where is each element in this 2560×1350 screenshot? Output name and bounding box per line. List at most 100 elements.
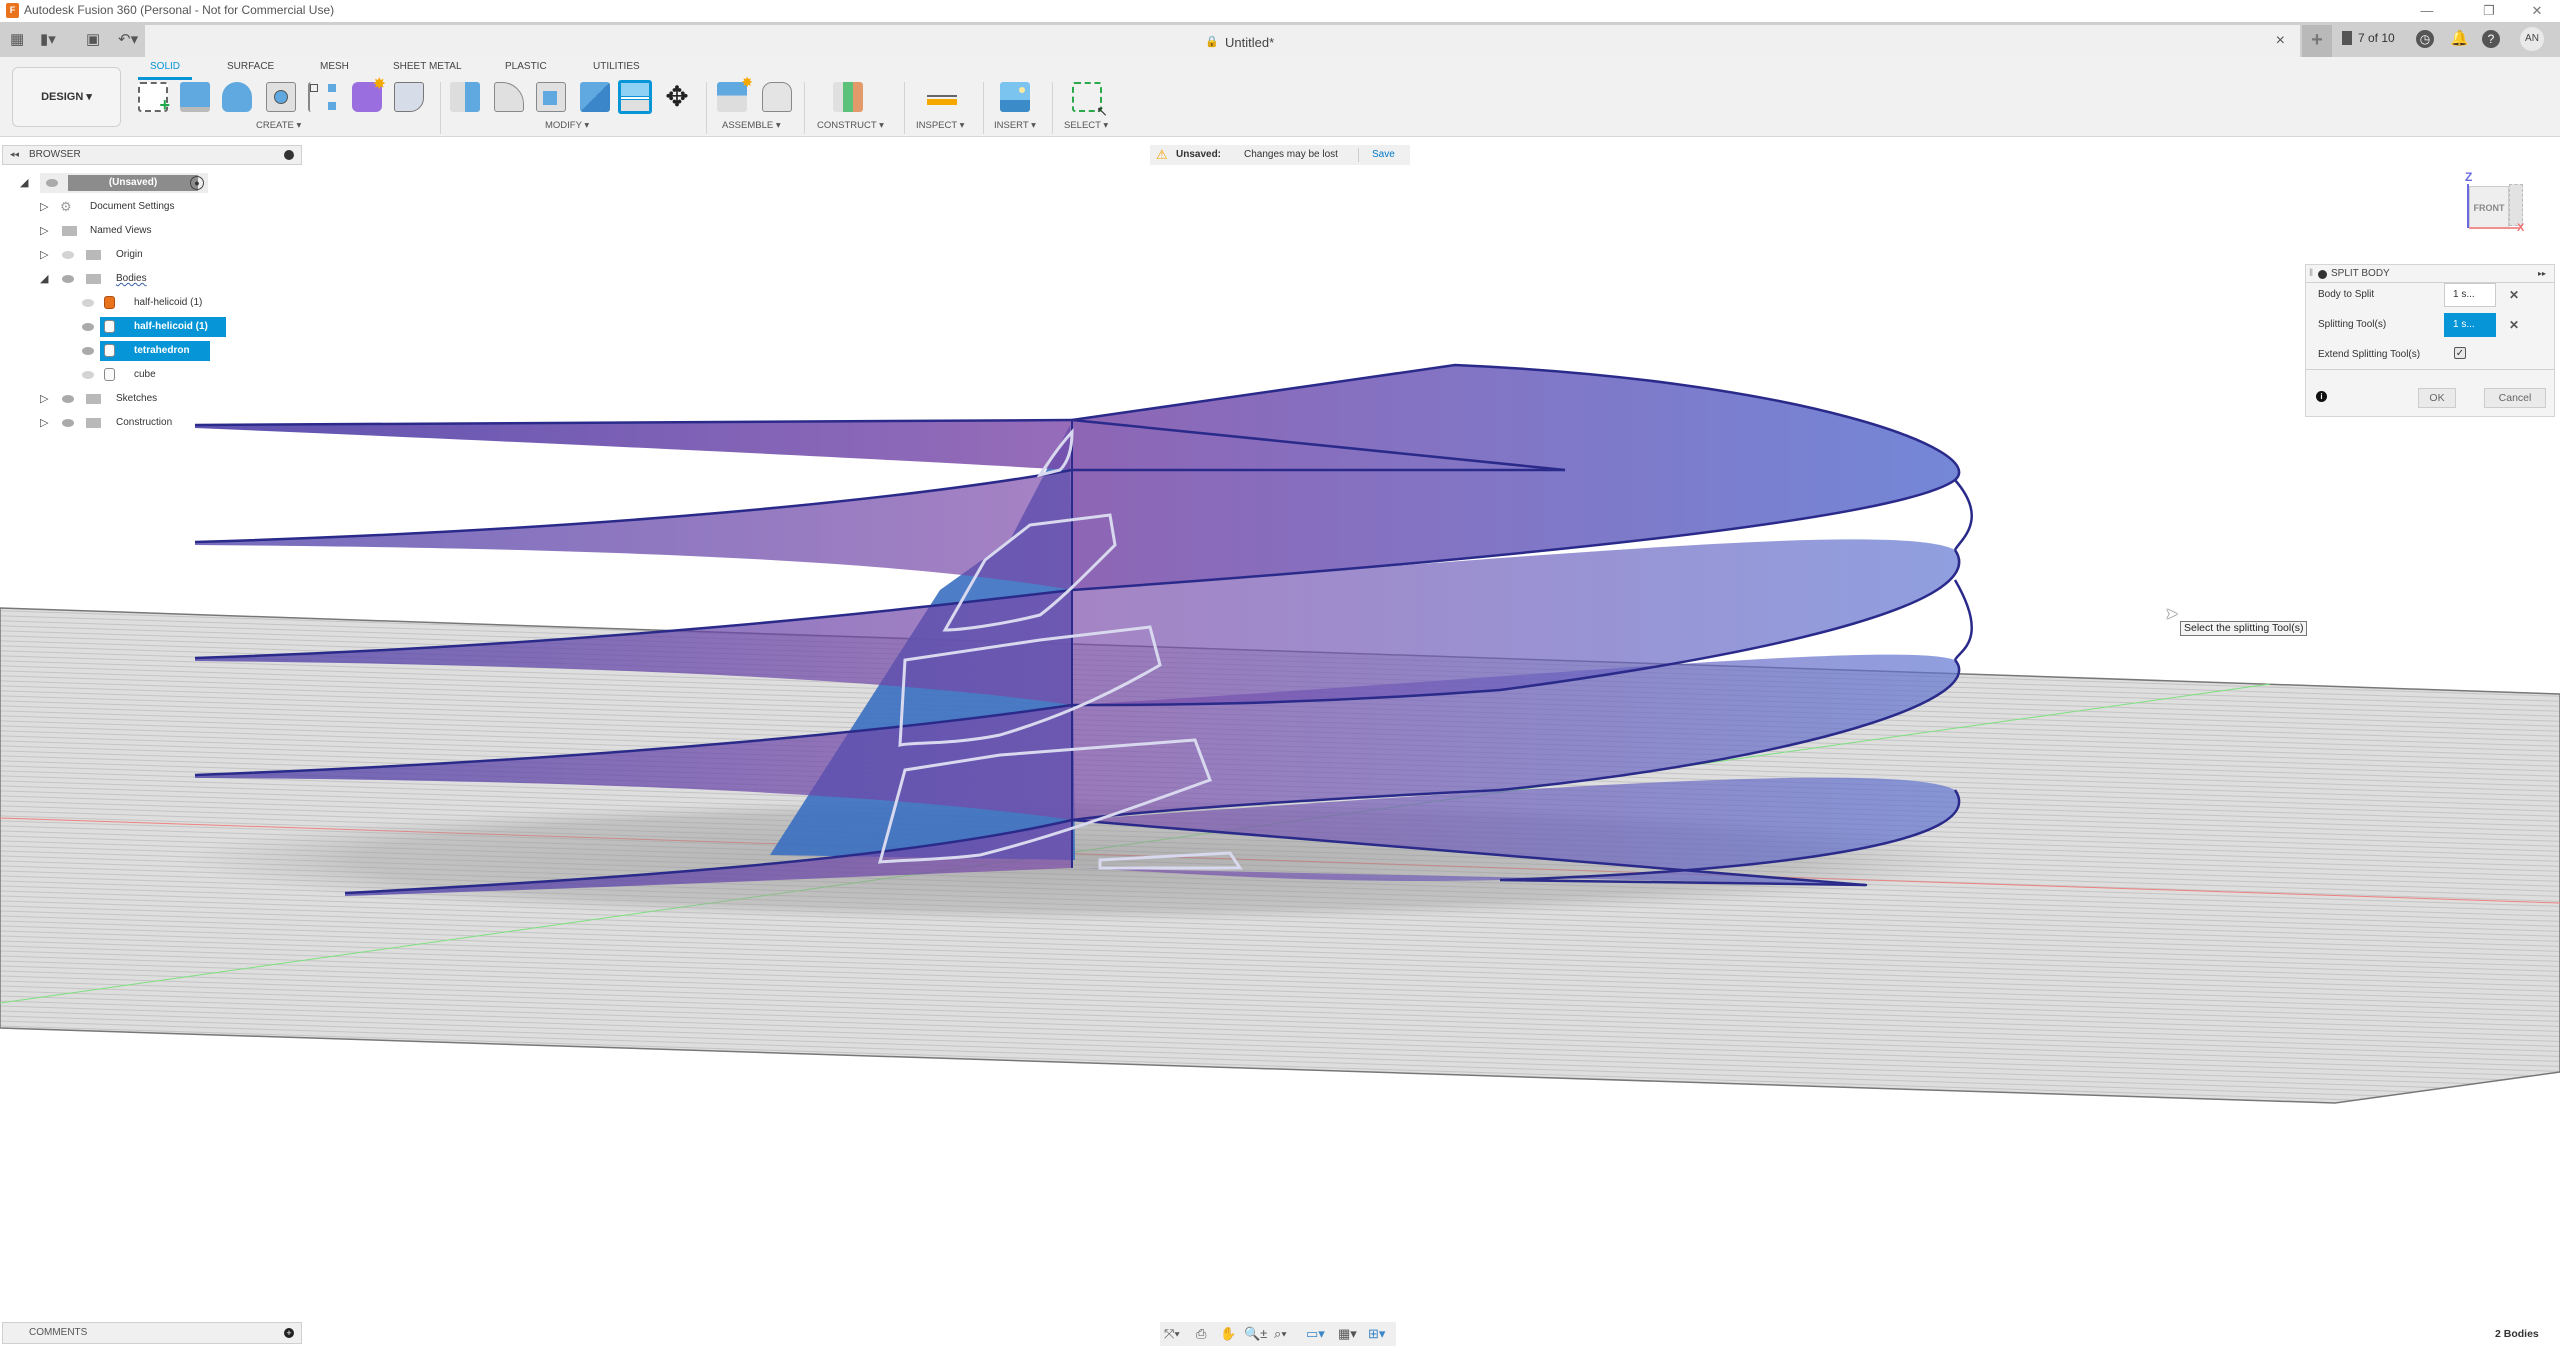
tree-item-named-views[interactable]: ▷ Named Views — [40, 221, 170, 241]
insert-image-icon[interactable] — [1000, 82, 1030, 112]
create-menu[interactable]: CREATE ▾ — [256, 120, 301, 131]
comments-panel[interactable]: COMMENTS + — [2, 1322, 302, 1344]
tree-item-bodies[interactable]: ◢ Bodies — [40, 269, 165, 289]
select-menu[interactable]: SELECT ▾ — [1064, 120, 1108, 131]
file-menu-icon[interactable]: ▮▾ — [40, 30, 56, 48]
close-tab-icon[interactable]: × — [2276, 32, 2285, 50]
add-comment-icon[interactable]: + — [284, 1328, 294, 1338]
hole-icon[interactable] — [266, 82, 296, 112]
tree-item-body-selected[interactable]: half-helicoid (1) — [76, 317, 226, 337]
document-tab[interactable]: 🔒 Untitled* × — [145, 25, 2300, 57]
split-body-icon[interactable] — [618, 80, 652, 114]
expand-dialog-icon[interactable]: ▸▸ — [2538, 265, 2546, 283]
new-tab-button[interactable]: + — [2302, 25, 2332, 57]
derive-icon[interactable] — [394, 82, 424, 112]
browser-options-icon[interactable] — [284, 150, 294, 160]
ok-button[interactable]: OK — [2418, 388, 2456, 408]
combine-icon[interactable] — [580, 82, 610, 112]
create-sketch-icon[interactable]: + — [138, 82, 170, 115]
viewcube-right-face[interactable] — [2509, 184, 2523, 226]
restore-button[interactable]: ❐ — [2466, 0, 2512, 22]
assemble-menu[interactable]: ASSEMBLE ▾ — [722, 120, 781, 131]
visibility-eye-icon[interactable] — [62, 419, 74, 427]
tree-item-cube[interactable]: cube — [76, 365, 166, 385]
collapse-triangle-icon[interactable]: ◢ — [20, 173, 28, 193]
create-form-icon[interactable]: ✸ — [352, 76, 386, 112]
hidden-eye-icon[interactable] — [82, 299, 94, 307]
tree-item-tetrahedron[interactable]: tetrahedron — [76, 341, 211, 361]
visibility-eye-icon[interactable] — [46, 179, 58, 187]
browser-panel-header[interactable]: ◂◂ BROWSER — [2, 145, 302, 165]
insert-menu[interactable]: INSERT ▾ — [994, 120, 1036, 131]
tab-utilities[interactable]: UTILITIES — [593, 61, 640, 72]
tab-sheet-metal[interactable]: SHEET METAL — [393, 61, 462, 72]
orbit-icon[interactable]: ⤧▾ — [1164, 1326, 1180, 1342]
dialog-header[interactable]: ‖ SPLIT BODY ▸▸ — [2306, 265, 2554, 283]
undo-icon[interactable]: ↶▾ — [118, 30, 138, 48]
tab-solid[interactable]: SOLID — [150, 61, 180, 72]
measure-icon[interactable] — [927, 82, 957, 112]
save-icon[interactable]: ▣ — [86, 30, 100, 48]
zoom-icon[interactable]: 🔍± — [1244, 1326, 1267, 1342]
tab-mesh[interactable]: MESH — [320, 61, 349, 72]
move-icon[interactable]: ✥ — [662, 82, 692, 112]
inspect-menu[interactable]: INSPECT ▾ — [916, 120, 964, 131]
workspace-switcher[interactable]: DESIGN ▾ — [12, 67, 121, 127]
user-avatar[interactable]: AN — [2520, 27, 2544, 51]
visibility-eye-icon[interactable] — [62, 395, 74, 403]
joint-icon[interactable] — [762, 82, 792, 112]
visibility-eye-icon[interactable] — [82, 347, 94, 355]
tree-item-sketches[interactable]: ▷ Sketches — [40, 389, 175, 409]
viewport-canvas[interactable] — [0, 138, 2560, 1318]
clock-icon[interactable]: ◷ — [2416, 30, 2434, 48]
minimize-button[interactable]: — — [2404, 0, 2450, 22]
body-to-split-selector[interactable]: 1 s... — [2444, 283, 2496, 307]
save-link[interactable]: Save — [1372, 145, 1395, 165]
apps-grid-icon[interactable]: ▦ — [10, 30, 24, 48]
select-window-icon[interactable]: ↖ — [1072, 82, 1108, 119]
construct-menu[interactable]: CONSTRUCT ▾ — [817, 120, 884, 131]
collapse-browser-icon[interactable]: ◂◂ — [10, 149, 19, 160]
tab-plastic[interactable]: PLASTIC — [505, 61, 547, 72]
press-pull-icon[interactable] — [450, 82, 480, 112]
tree-item-origin[interactable]: ▷ Origin — [40, 245, 155, 265]
extend-tools-checkbox[interactable]: ✓ — [2454, 347, 2466, 359]
splitting-tools-selector[interactable]: 1 s... — [2444, 313, 2496, 337]
viewcube[interactable]: Z FRONT X — [2463, 170, 2524, 234]
jobs-status[interactable]: 7 of 10 — [2358, 31, 2395, 45]
hidden-eye-icon[interactable] — [82, 371, 94, 379]
visibility-eye-icon[interactable] — [82, 323, 94, 331]
tree-item-document-settings[interactable]: ▷ ⚙ Document Settings — [40, 197, 190, 217]
viewports-icon[interactable]: ⊞▾ — [1368, 1326, 1385, 1342]
notification-bell-icon[interactable]: 🔔 — [2450, 30, 2469, 48]
info-icon[interactable]: i — [2316, 391, 2327, 402]
hidden-eye-icon[interactable] — [62, 251, 74, 259]
jobs-icon[interactable] — [2342, 31, 2352, 45]
clear-body-selection-icon[interactable]: ✕ — [2509, 288, 2519, 302]
revolve-icon[interactable] — [222, 82, 252, 112]
shell-icon[interactable] — [536, 82, 566, 112]
viewcube-front-face[interactable]: FRONT — [2469, 186, 2509, 228]
clear-tool-selection-icon[interactable]: ✕ — [2509, 318, 2519, 332]
close-window-button[interactable]: ✕ — [2514, 0, 2560, 22]
zoom-window-icon[interactable]: ⌕▾ — [1274, 1326, 1287, 1342]
activate-radio-icon[interactable]: ● — [190, 176, 204, 190]
grid-settings-icon[interactable]: ▦▾ — [1338, 1326, 1357, 1342]
help-icon[interactable]: ? — [2482, 30, 2500, 48]
fillet-icon[interactable] — [494, 82, 524, 112]
pattern-icon[interactable] — [308, 82, 338, 112]
display-settings-icon[interactable]: ▭▾ — [1306, 1326, 1325, 1342]
collapse-dialog-icon[interactable] — [2318, 270, 2327, 279]
tree-item-construction[interactable]: ▷ Construction — [40, 413, 190, 433]
cancel-button[interactable]: Cancel — [2484, 388, 2546, 408]
pan-icon[interactable]: ✋ — [1220, 1326, 1236, 1342]
new-component-icon[interactable]: ✸ — [717, 74, 753, 112]
modify-menu[interactable]: MODIFY ▾ — [545, 120, 589, 131]
look-at-icon[interactable]: ⎙ — [1196, 1326, 1206, 1342]
extrude-icon[interactable] — [180, 82, 210, 112]
tree-root[interactable]: ◢ (Unsaved) ● — [20, 173, 208, 193]
tab-surface[interactable]: SURFACE — [227, 61, 274, 72]
tree-item-body[interactable]: half-helicoid (1) — [76, 293, 221, 313]
visibility-eye-icon[interactable] — [62, 275, 74, 283]
offset-plane-icon[interactable] — [833, 82, 863, 112]
